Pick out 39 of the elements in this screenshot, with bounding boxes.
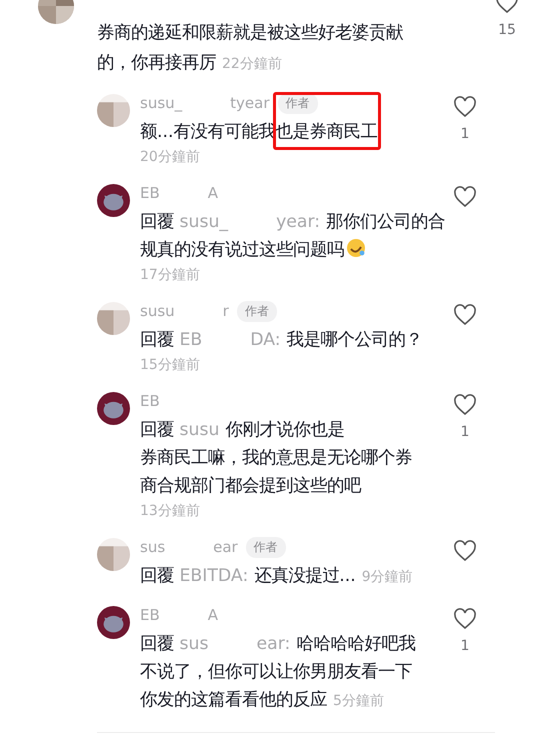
mention-link[interactable]: susu_ year: [180,212,320,232]
mention-link[interactable]: EB DA: [180,330,281,350]
like-count: 15 [498,22,516,38]
heart-icon[interactable] [453,96,477,118]
timestamp: 22分鐘前 [222,56,282,72]
timestamp: 20分鐘前 [140,148,201,167]
timestamp: 5分鐘前 [333,693,384,709]
author-badge: 作者 [236,300,277,322]
comment-text: 回覆 EB DA: 我是哪个公司的？ [140,329,424,352]
heart-icon[interactable] [453,608,477,630]
timestamp: 9分鐘前 [362,569,413,585]
mention-link[interactable]: susu [180,420,220,440]
avatar[interactable] [97,392,130,425]
comment-text: 券商的递延和限薪就是被这些好老婆贡献 的，你再接再厉 22分鐘前 [97,22,404,75]
timestamp: 15分鐘前 [140,356,201,375]
mention-link[interactable]: sus ear: [180,634,290,654]
like-count: 1 [460,126,470,142]
heart-icon[interactable] [453,540,477,562]
like-count: 1 [460,424,470,440]
username[interactable]: susu_ tyear [140,94,270,112]
heart-icon[interactable] [453,394,477,416]
comment-text: 回覆 susu_ year: 那你们公司的合 规真的没有说过这些问题吗 [140,211,446,262]
comment-text: 回覆 susu 你刚才说你也是 券商民工嘛，我的意思是无论哪个券 商合规部门都会提到这些的吧 [140,419,413,498]
username[interactable]: EB [140,392,160,410]
avatar[interactable] [97,184,130,217]
avatar[interactable] [97,606,130,639]
username[interactable]: sus ear [140,538,238,556]
timestamp: 17分鐘前 [140,266,201,285]
username[interactable]: susu r [140,302,229,320]
comment-text: 回覆 sus ear: 哈哈哈哈好吧我 不说了，但你可以让你男朋友看一下 你发的这篇看看他的反应 5分鐘前 [140,633,416,712]
username[interactable]: EB A [140,184,218,202]
timestamp: 13分鐘前 [140,502,201,521]
heart-icon[interactable] [453,186,477,208]
like-count: 1 [460,638,470,654]
username[interactable]: EB A [140,606,218,624]
author-badge: 作者 [246,536,286,558]
comment-text: 回覆 EBITDA: 还真没提过... 9分鐘前 [140,565,414,588]
heart-icon[interactable] [453,304,477,326]
mention-link[interactable]: EBITDA: [180,566,248,586]
